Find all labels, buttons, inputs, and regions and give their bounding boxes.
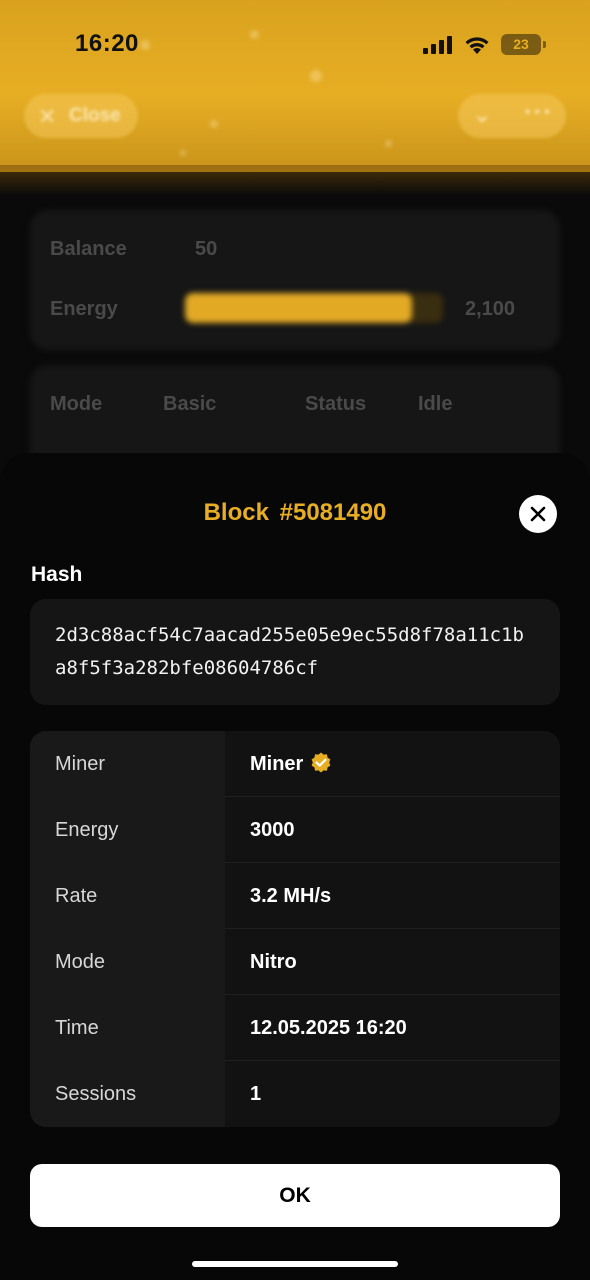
bg-energy-value: 2,100 [465,298,516,320]
hash-value[interactable]: 2d3c88acf54c7aacad255e05e9ec55d8f78a11c1… [55,619,535,685]
row-value: 3000 [250,819,295,841]
table-row: Miner Miner [30,731,560,797]
more-dots-icon[interactable]: ··· [524,96,553,127]
row-key: Miner [30,731,225,797]
verified-badge-icon [311,752,331,773]
row-key: Energy [30,797,225,863]
chevron-down-icon[interactable]: ⌄ [472,100,492,129]
table-row: Time 12.05.2025 16:20 [30,995,560,1061]
table-row: Sessions 1 [30,1061,560,1127]
table-row: Rate 3.2 MH/s [30,863,560,929]
bg-col-3: Idle [418,393,453,415]
close-sheet-button[interactable] [519,495,557,533]
status-time: 16:20 [75,30,139,57]
table-row: Mode Nitro [30,929,560,995]
row-value: 3.2 MH/s [250,885,332,907]
bg-energy-bar [185,293,443,323]
row-key: Mode [30,929,225,995]
close-app-button[interactable]: ✕ Close [24,94,138,138]
close-app-label: Close [69,105,121,126]
bg-balance-label: Balance [50,238,127,260]
signal-bars-icon [423,36,453,54]
bg-balance-value: 50 [195,238,218,260]
row-key: Rate [30,863,225,929]
row-value: 1 [250,1083,262,1105]
bg-col-1: Basic [163,393,217,415]
close-icon [530,506,546,522]
close-icon: ✕ [38,104,57,129]
row-key: Time [30,995,225,1061]
row-value: Nitro [250,951,297,973]
wifi-icon [465,37,489,54]
sheet-title: Block #5081490 [203,499,387,526]
background-stats-card [30,210,560,350]
bg-energy-label: Energy [50,298,118,320]
hash-box[interactable]: 2d3c88acf54c7aacad255e05e9ec55d8f78a11c1… [30,599,560,705]
block-details-sheet: Block #5081490 Hash 2d3c88acf54c7aacad25… [0,453,590,1280]
app-menu-pill[interactable]: ⌄ ··· [458,94,566,138]
status-bar: 16:20 23 [0,0,590,90]
battery-icon: 23 [501,34,546,55]
bg-col-2: Status [305,393,367,415]
table-row: Energy 3000 [30,797,560,863]
miner-name: Miner [250,753,304,775]
ok-button[interactable]: OK [30,1164,560,1227]
row-key: Sessions [30,1061,225,1127]
hash-label: Hash [31,563,83,586]
bg-energy-fill [185,293,413,323]
row-value: 12.05.2025 16:20 [250,1017,407,1039]
block-info-table: Miner Miner Energy 3000 Rate 3.2 MH/s Mo… [30,731,560,1127]
home-indicator[interactable] [192,1261,398,1267]
bg-col-0: Mode [50,393,103,415]
battery-level: 23 [513,36,529,52]
row-value: Miner [250,731,333,797]
